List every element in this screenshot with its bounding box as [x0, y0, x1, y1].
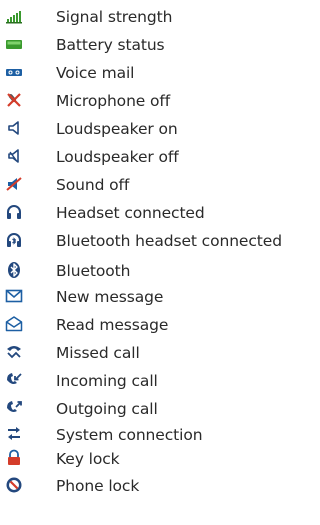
- legend-label: Sound off: [56, 176, 130, 194]
- incoming-call-icon: [5, 371, 23, 389]
- missed-call-icon: [5, 343, 23, 361]
- legend-row-incoming-call: Incoming call: [0, 369, 291, 393]
- legend-label: Read message: [56, 316, 169, 334]
- legend-row-headset-connected: Headset connected: [0, 201, 291, 225]
- legend-label: Key lock: [56, 450, 120, 468]
- battery-status-icon: [5, 35, 23, 53]
- system-connection-icon: [5, 425, 23, 443]
- legend-label: Outgoing call: [56, 400, 158, 418]
- legend-label: Phone lock: [56, 477, 140, 495]
- phone-lock-icon: [5, 476, 23, 494]
- legend-row-signal-strength: Signal strength: [0, 5, 291, 29]
- read-message-icon: [5, 315, 23, 333]
- legend-row-phone-lock: Phone lock: [0, 474, 291, 498]
- key-lock-icon: [5, 449, 23, 467]
- legend-label: Headset connected: [56, 204, 205, 222]
- legend-row-new-message: New message: [0, 285, 291, 309]
- voice-mail-icon: [5, 63, 23, 81]
- legend-label: Voice mail: [56, 64, 135, 82]
- bluetooth-icon: [5, 261, 23, 279]
- legend-label: Bluetooth: [56, 262, 131, 280]
- legend-label: Microphone off: [56, 92, 171, 110]
- legend-row-read-message: Read message: [0, 313, 291, 337]
- legend-label: Incoming call: [56, 372, 158, 390]
- loudspeaker-off-icon: [5, 147, 23, 165]
- legend-label: Bluetooth headset connected: [56, 232, 282, 250]
- legend-row-voice-mail: Voice mail: [0, 61, 291, 85]
- headset-icon: [5, 203, 23, 221]
- legend-label: New message: [56, 288, 164, 306]
- legend-label: System connection: [56, 426, 203, 444]
- loudspeaker-on-icon: [5, 119, 23, 137]
- legend-label: Missed call: [56, 344, 140, 362]
- legend-row-system-connection: System connection: [0, 423, 291, 447]
- new-message-icon: [5, 287, 23, 305]
- microphone-off-icon: [5, 91, 23, 109]
- bluetooth-headset-icon: [5, 231, 23, 249]
- legend-label: Battery status: [56, 36, 165, 54]
- legend-label: Loudspeaker off: [56, 148, 179, 166]
- status-icon-legend: Signal strength Battery status Voice mai…: [0, 0, 291, 525]
- legend-label: Loudspeaker on: [56, 120, 178, 138]
- legend-row-sound-off: Sound off: [0, 173, 291, 197]
- legend-row-loudspeaker-off: Loudspeaker off: [0, 145, 291, 169]
- legend-row-battery-status: Battery status: [0, 33, 291, 57]
- legend-row-bluetooth: Bluetooth: [0, 259, 291, 283]
- legend-row-bluetooth-headset-connected: Bluetooth headset connected: [0, 229, 291, 253]
- legend-row-loudspeaker-on: Loudspeaker on: [0, 117, 291, 141]
- legend-row-missed-call: Missed call: [0, 341, 291, 365]
- legend-row-outgoing-call: Outgoing call: [0, 397, 291, 421]
- signal-strength-icon: [5, 7, 23, 25]
- legend-row-microphone-off: Microphone off: [0, 89, 291, 113]
- outgoing-call-icon: [5, 399, 23, 417]
- legend-label: Signal strength: [56, 8, 173, 26]
- sound-off-icon: [5, 175, 23, 193]
- legend-row-key-lock: Key lock: [0, 447, 291, 471]
